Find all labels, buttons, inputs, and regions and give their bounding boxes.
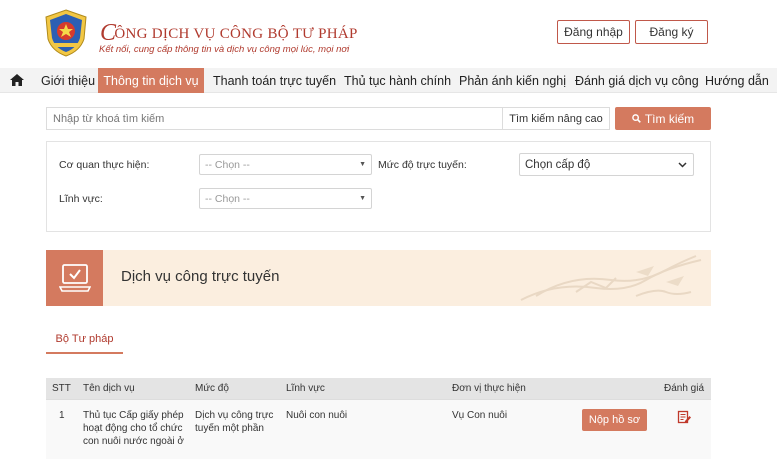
nav-item-huong-dan[interactable]: Hướng dẫn: [705, 68, 769, 93]
row-service-name-line: Thủ tục Cấp giấy phép: [83, 410, 184, 421]
brand-title: CÔNG DỊCH VỤ CÔNG BỘ TƯ PHÁP: [100, 20, 358, 46]
table-row: 1 Thủ tục Cấp giấy phép hoạt động cho tổ…: [46, 399, 711, 459]
col-header-unit: Đơn vị thực hiện: [452, 383, 526, 394]
home-icon[interactable]: [9, 73, 25, 87]
nav-item-phan-anh[interactable]: Phản ánh kiến nghị: [459, 68, 566, 93]
row-level: Dịch vụ công trực tuyến một phần: [195, 409, 283, 435]
search-icon: [632, 114, 641, 123]
nav-item-danh-gia[interactable]: Đánh giá dịch vụ công: [575, 68, 699, 93]
row-service-name-line: hoạt động cho tổ chức: [83, 423, 183, 434]
field-select-value: -- Chọn --: [205, 192, 250, 205]
site-header: CÔNG DỊCH VỤ CÔNG BỘ TƯ PHÁP Kết nối, cu…: [0, 0, 777, 68]
row-level-line: tuyến một phần: [195, 423, 264, 434]
row-service-name-line: con nuôi nước ngoài ở: [83, 436, 184, 447]
rating-edit-icon[interactable]: [677, 410, 691, 424]
row-field: Nuôi con nuôi: [286, 410, 348, 421]
col-header-name: Tên dịch vụ: [83, 383, 135, 394]
banner-title: Dịch vụ công trực tuyến: [121, 268, 280, 285]
emblem-logo[interactable]: [44, 9, 88, 57]
bird-drum-pattern-decoration: [520, 255, 702, 301]
field-label: Lĩnh vực:: [59, 193, 103, 205]
search-button[interactable]: Tìm kiếm: [615, 107, 711, 130]
chevron-down-icon: [678, 162, 687, 168]
level-select[interactable]: Chọn cấp độ: [519, 153, 694, 176]
tab-bo-tu-phap[interactable]: Bộ Tư pháp: [46, 327, 123, 354]
search-input[interactable]: [46, 107, 502, 130]
filter-panel: Cơ quan thực hiện: -- Chọn -- ▼ Mức độ t…: [46, 141, 711, 232]
row-level-line: Dịch vụ công trực: [195, 410, 274, 421]
field-select[interactable]: -- Chọn -- ▼: [199, 188, 372, 209]
nav-item-thu-tuc[interactable]: Thủ tục hành chính: [344, 68, 451, 93]
main-nav: Giới thiệu Thông tin dịch vụ Thanh toán …: [0, 68, 777, 93]
agency-select[interactable]: -- Chọn -- ▼: [199, 154, 372, 175]
nav-item-thanh-toan[interactable]: Thanh toán trực tuyến: [213, 68, 336, 93]
search-button-label: Tìm kiếm: [644, 111, 695, 126]
register-button[interactable]: Đăng ký: [635, 20, 708, 44]
caret-down-icon: ▼: [359, 161, 366, 168]
nav-item-thong-tin-dich-vu[interactable]: Thông tin dịch vụ: [98, 68, 204, 93]
col-header-stt: STT: [52, 383, 71, 394]
advanced-search-button[interactable]: Tìm kiếm nâng cao: [502, 107, 610, 130]
table-header: STT Tên dịch vụ Mức độ Lĩnh vực Đơn vị t…: [46, 378, 711, 399]
laptop-check-icon: [59, 264, 91, 292]
brand-subtitle: Kết nối, cung cấp thông tin và dịch vụ c…: [99, 44, 350, 55]
submit-application-button[interactable]: Nộp hồ sơ: [582, 409, 647, 431]
section-banner: Dịch vụ công trực tuyến: [46, 250, 711, 306]
nav-item-gioi-thieu[interactable]: Giới thiệu: [41, 68, 95, 93]
login-button[interactable]: Đăng nhập: [557, 20, 630, 44]
col-header-level: Mức độ: [195, 383, 229, 394]
row-unit: Vụ Con nuôi: [452, 410, 508, 421]
level-select-value: Chọn cấp độ: [525, 158, 591, 171]
col-header-rating: Đánh giá: [664, 383, 705, 394]
agency-select-value: -- Chọn --: [205, 158, 250, 171]
banner-icon-box: [46, 250, 103, 306]
col-header-field: Lĩnh vực: [286, 383, 325, 394]
row-stt: 1: [59, 410, 65, 421]
row-service-name[interactable]: Thủ tục Cấp giấy phép hoạt động cho tổ c…: [83, 409, 188, 448]
level-label: Mức độ trực tuyến:: [378, 159, 467, 171]
agency-label: Cơ quan thực hiện:: [59, 159, 150, 171]
caret-down-icon: ▼: [359, 195, 366, 202]
